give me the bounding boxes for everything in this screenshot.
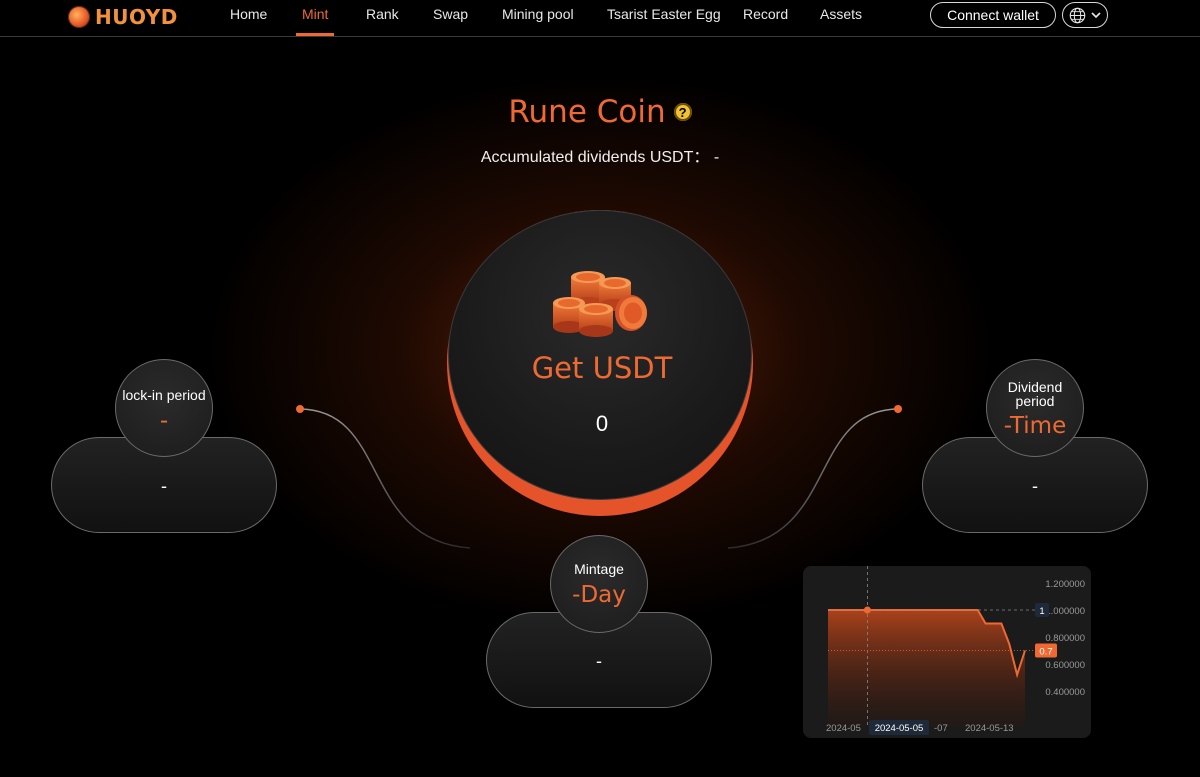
lock-in-panel-value: -: [161, 476, 167, 496]
page-title-row: Rune Coin ?: [0, 94, 1200, 130]
chart-y-tick: 0.400000: [1045, 687, 1085, 698]
nav-item-tsarist-easter-egg[interactable]: Tsarist Easter Egg: [607, 6, 721, 22]
nav-item-record[interactable]: Record: [743, 6, 788, 22]
logo[interactable]: HUOYD: [68, 4, 178, 30]
page-title: Rune Coin: [508, 94, 666, 130]
coins-icon: [553, 271, 647, 337]
nav-item-home[interactable]: Home: [230, 6, 267, 22]
price-chart-card[interactable]: 1.200000 1.000000 0.800000 0.600000 0.400000…: [803, 566, 1091, 738]
dividend-label-line1: Dividend: [1007, 379, 1063, 395]
chart-crosshair-point: [863, 606, 871, 614]
accumulated-dividends-label: Accumulated dividends USDT：: [480, 149, 710, 166]
left-connector: [299, 408, 471, 549]
main-circle: Get USDT 0: [448, 210, 752, 500]
nav-item-swap[interactable]: Swap: [433, 6, 468, 22]
dividend-label-line2: period: [1015, 393, 1055, 409]
nav-item-assets[interactable]: Assets: [820, 6, 862, 22]
language-selector[interactable]: [1062, 2, 1108, 28]
help-icon[interactable]: ?: [673, 103, 692, 121]
nav-item-rank[interactable]: Rank: [366, 6, 399, 22]
chart-x-tick: 2024-05: [826, 723, 861, 734]
get-usdt-label: Get USDT: [531, 351, 673, 385]
chevron-down-icon: [1090, 12, 1101, 19]
top-navbar: HUOYD Home Mint Rank Swap Mining pool Ts…: [0, 0, 1200, 37]
accumulated-dividends: Accumulated dividends USDT： -: [0, 143, 1200, 167]
chart-x-tick: 2024-05-13: [965, 723, 1014, 734]
mintage-bubble: Mintage -Day: [550, 535, 648, 633]
chart-last-value-label: 0.7: [1039, 647, 1052, 658]
chart-y-tick: 0.600000: [1045, 660, 1085, 671]
flame-logo-icon: [68, 6, 90, 28]
dividend-bubble: Dividend period -Time: [986, 359, 1084, 457]
left-connector-dot: [296, 405, 304, 413]
chart-crosshair-x-label: 2024-05-05: [875, 723, 924, 734]
chart-crosshair-y-label: 1: [1039, 606, 1044, 617]
chart-x-tick: -07: [934, 723, 948, 734]
dividend-value: -Time: [1003, 413, 1067, 439]
get-usdt-value: 0: [595, 411, 609, 436]
nav-item-mint[interactable]: Mint: [302, 6, 328, 22]
logo-text: HUOYD: [95, 5, 178, 29]
globe-icon: [1069, 7, 1085, 23]
lock-in-bubble: lock-in period -: [115, 359, 213, 457]
chart-y-tick: 1.000000: [1045, 606, 1085, 617]
mintage-value: -Day: [572, 582, 626, 608]
get-usdt-button[interactable]: Get USDT 0: [447, 210, 753, 516]
mintage-label: Mintage: [574, 561, 624, 577]
dividend-panel-value: -: [1032, 476, 1038, 496]
chart-y-tick: 1.200000: [1045, 579, 1085, 590]
nav-item-mining-pool[interactable]: Mining pool: [502, 6, 574, 22]
mintage-panel-value: -: [596, 651, 602, 671]
price-chart: 1.200000 1.000000 0.800000 0.600000 0.400000…: [826, 566, 1085, 735]
chart-y-tick: 0.800000: [1045, 633, 1085, 644]
lock-in-value: -: [159, 408, 169, 434]
chart-area: [828, 610, 1025, 726]
right-connector-dot: [894, 405, 902, 413]
active-tab-indicator: [296, 33, 334, 36]
accumulated-dividends-value: -: [713, 149, 720, 166]
lock-in-label: lock-in period: [122, 387, 206, 403]
connect-wallet-button[interactable]: Connect wallet: [930, 2, 1056, 28]
